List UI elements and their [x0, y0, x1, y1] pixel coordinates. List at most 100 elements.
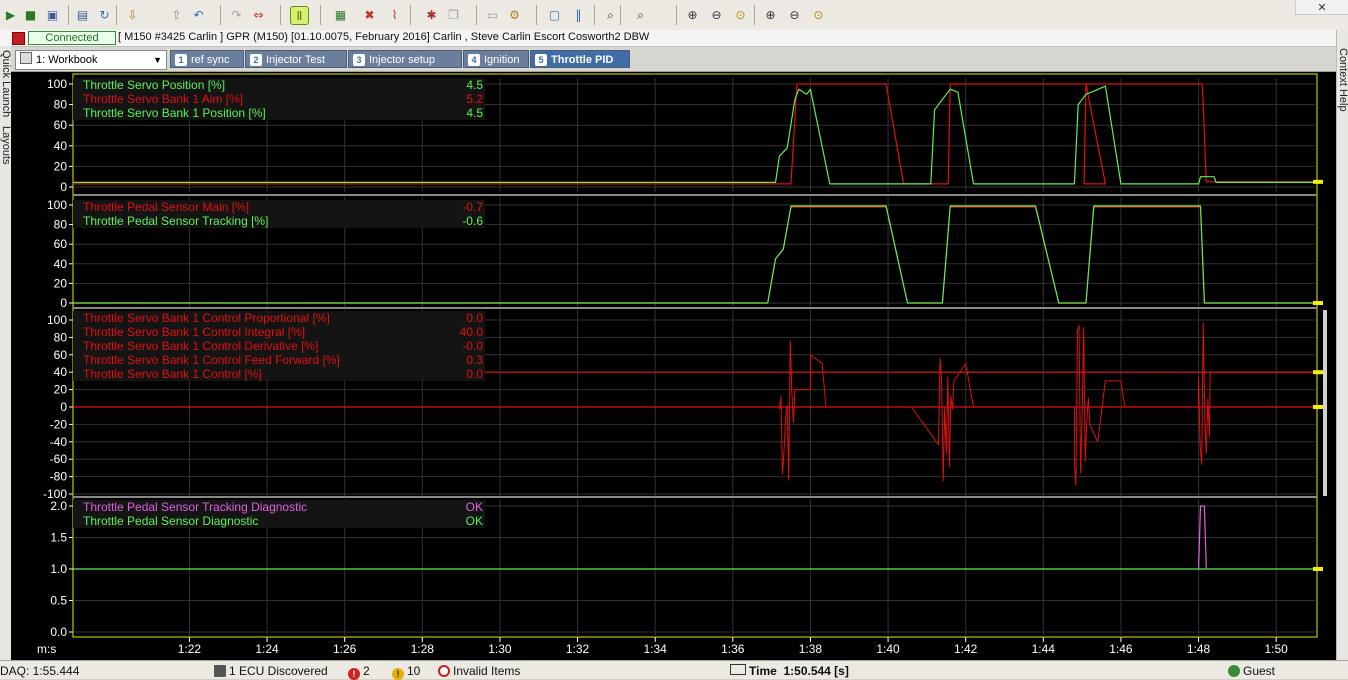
- compare-button[interactable]: ⇔: [250, 6, 267, 23]
- y-tick-label: 100: [47, 313, 67, 327]
- legend-row[interactable]: Throttle Pedal Sensor Tracking Diagnosti…: [73, 500, 485, 514]
- export-button[interactable]: ⇧: [168, 6, 185, 23]
- copy-button[interactable]: ❐: [445, 6, 462, 23]
- pane-value-marker: [1313, 301, 1323, 305]
- search-button[interactable]: ⌕: [602, 6, 619, 23]
- undo-icon: ↶: [193, 7, 204, 22]
- time-plot-area[interactable]: 100 80 60 40 20 0 100 80 60 40 20 0 100 80 60 40 20 0 -20 -…: [11, 72, 1336, 660]
- go-offline-button[interactable]: ■: [22, 6, 39, 23]
- legend-row[interactable]: Throttle Servo Position [%] 4.5: [73, 78, 485, 92]
- error-icon: !: [348, 668, 360, 680]
- tab-ref-sync[interactable]: 1 ref sync: [170, 50, 244, 68]
- legend-series-name: Throttle Servo Bank 1 Position [%]: [83, 106, 266, 120]
- legend-series-value: 0.3: [466, 353, 483, 367]
- y-tick-label: 40: [54, 257, 68, 271]
- zoom-fit-button[interactable]: ⊙: [732, 6, 749, 23]
- y-tick-label: 80: [54, 98, 68, 112]
- save-as-button[interactable]: ▤: [74, 6, 91, 23]
- legend-row[interactable]: Throttle Servo Bank 1 Position [%] 4.5: [73, 106, 485, 120]
- bug-button[interactable]: ✱: [423, 6, 440, 23]
- toolbar-separator: [594, 5, 595, 25]
- import-button[interactable]: ⇩: [124, 6, 141, 23]
- y-tick-label: 100: [47, 77, 67, 91]
- user-name: Guest: [1243, 664, 1276, 678]
- tab-ignition[interactable]: 4 Ignition: [463, 50, 529, 68]
- connection-status[interactable]: Connected: [28, 31, 116, 45]
- y-tick-label: 80: [54, 218, 68, 232]
- legend-row[interactable]: Throttle Servo Bank 1 Control Derivative…: [73, 339, 485, 353]
- tab-injector-test[interactable]: 2 Injector Test: [245, 50, 347, 68]
- connection-bar: Connected [ M150 #3425 Carlin ] GPR (M15…: [0, 30, 1348, 47]
- legend-pane-3: Throttle Servo Bank 1 Control Proportion…: [73, 311, 485, 381]
- legend-row[interactable]: Throttle Servo Bank 1 Aim [%] 5.2: [73, 92, 485, 106]
- legend-row[interactable]: Throttle Servo Bank 1 Control Integral […: [73, 325, 485, 339]
- grid-button[interactable]: ▦: [332, 6, 349, 23]
- pause-button[interactable]: Ⅱ: [290, 6, 309, 25]
- search-next-icon: ⌕: [637, 7, 644, 22]
- tab-label: Throttle PID: [551, 54, 614, 66]
- zoom-out-x-button[interactable]: ⊖: [786, 6, 803, 23]
- window-button[interactable]: ▢: [546, 6, 563, 23]
- toolbar-separator: [410, 5, 411, 25]
- refresh-button[interactable]: ↻: [96, 6, 113, 23]
- legend-series-name: Throttle Servo Bank 1 Aim [%]: [83, 92, 244, 106]
- x-tick-label: 1:46: [1109, 642, 1133, 656]
- settings-button[interactable]: ⚙: [506, 6, 523, 23]
- toolbar-separator: [476, 5, 477, 25]
- close-window-button[interactable]: ✕: [1295, 0, 1348, 15]
- zoom-fit-x-icon: ⊙: [813, 7, 824, 22]
- user-status[interactable]: Guest: [1228, 664, 1275, 678]
- save-button[interactable]: ▣: [44, 6, 61, 23]
- toolbar-separator: [280, 5, 281, 25]
- search-next-button[interactable]: ⌕: [632, 6, 649, 23]
- y-tick-label: 0: [60, 180, 67, 194]
- legend-row[interactable]: Throttle Servo Bank 1 Control Proportion…: [73, 311, 485, 325]
- pane-value-marker: [1313, 567, 1323, 571]
- workbook-select[interactable]: 1: Workbook ▼: [15, 50, 167, 70]
- close-icon: ✕: [1317, 1, 1327, 14]
- zoom-fit-x-button[interactable]: ⊙: [810, 6, 827, 23]
- legend-row[interactable]: Throttle Pedal Sensor Tracking [%] -0.6: [73, 214, 485, 228]
- tab-injector-setup[interactable]: 3 Injector setup: [348, 50, 462, 68]
- undo-button[interactable]: ↶: [190, 6, 207, 23]
- zoom-in-x-button[interactable]: ⊕: [762, 6, 779, 23]
- x-tick-label: 1:36: [721, 642, 745, 656]
- zoom-out-icon: ⊖: [711, 7, 722, 22]
- go-online-button[interactable]: ▶: [2, 6, 19, 23]
- main-toolbar: ✕ ▶ ■ ▣ ▤ ↻ ⇩ ⇧ ↶ ↷ ⇔ Ⅱ ▦ ✖ ⌇ ✱ ❐ ▭ ⚙ ▢ ‖ ⌕ ⌕ ⊕ ⊖ ⊙ ⊕ ⊖ ⊙: [0, 0, 1348, 31]
- redo-button[interactable]: ↷: [228, 6, 245, 23]
- legend-series-name: Throttle Servo Bank 1 Control Proportion…: [83, 311, 330, 325]
- zoom-out-x-icon: ⊖: [789, 7, 800, 22]
- ecu-discovered[interactable]: 1 ECU Discovered: [214, 664, 328, 678]
- time-label: Time: [749, 664, 777, 678]
- zoom-out-button[interactable]: ⊖: [708, 6, 725, 23]
- warning-icon: !: [392, 668, 404, 680]
- tab-throttle-pid[interactable]: 5 Throttle PID: [530, 50, 630, 68]
- tab-label: Injector Test: [266, 54, 326, 66]
- trace-icon: ⌇: [391, 7, 398, 22]
- y-tick-label: 100: [47, 198, 67, 212]
- legend-row[interactable]: Throttle Pedal Sensor Diagnostic OK: [73, 514, 485, 528]
- legend-series-name: Throttle Servo Bank 1 Control [%]: [83, 367, 262, 381]
- legend-row[interactable]: Throttle Pedal Sensor Main [%] -0.7: [73, 200, 485, 214]
- bars-button[interactable]: ‖: [570, 6, 587, 23]
- workbook-select-value: 1: Workbook: [36, 54, 98, 66]
- toolbar-separator: [116, 5, 117, 25]
- legend-pane-4: Throttle Pedal Sensor Tracking Diagnosti…: [73, 500, 485, 528]
- trace-button[interactable]: ⌇: [386, 6, 403, 23]
- zoom-in-icon: ⊕: [687, 7, 698, 22]
- legend-series-name: Throttle Servo Bank 1 Control Integral […: [83, 325, 306, 339]
- zoom-in-button[interactable]: ⊕: [684, 6, 701, 23]
- context-help-tab[interactable]: Context Help: [1337, 48, 1348, 112]
- legend-series-value: 5.2: [466, 92, 483, 106]
- paste-button[interactable]: ▭: [484, 6, 501, 23]
- clear-button[interactable]: ✖: [361, 6, 378, 23]
- ecu-discovered-label: 1 ECU Discovered: [229, 664, 328, 678]
- invalid-items[interactable]: Invalid Items: [438, 664, 520, 678]
- legend-row[interactable]: Throttle Servo Bank 1 Control Feed Forwa…: [73, 353, 485, 367]
- status-bar: DAQ: 1:55.444 1 ECU Discovered ! 2 ! 10 In…: [0, 660, 1348, 680]
- y-tick-label: 40: [54, 139, 68, 153]
- legend-series-value: 4.5: [466, 106, 483, 120]
- zoom-in-x-icon: ⊕: [765, 7, 776, 22]
- legend-row[interactable]: Throttle Servo Bank 1 Control [%] 0.0: [73, 367, 485, 381]
